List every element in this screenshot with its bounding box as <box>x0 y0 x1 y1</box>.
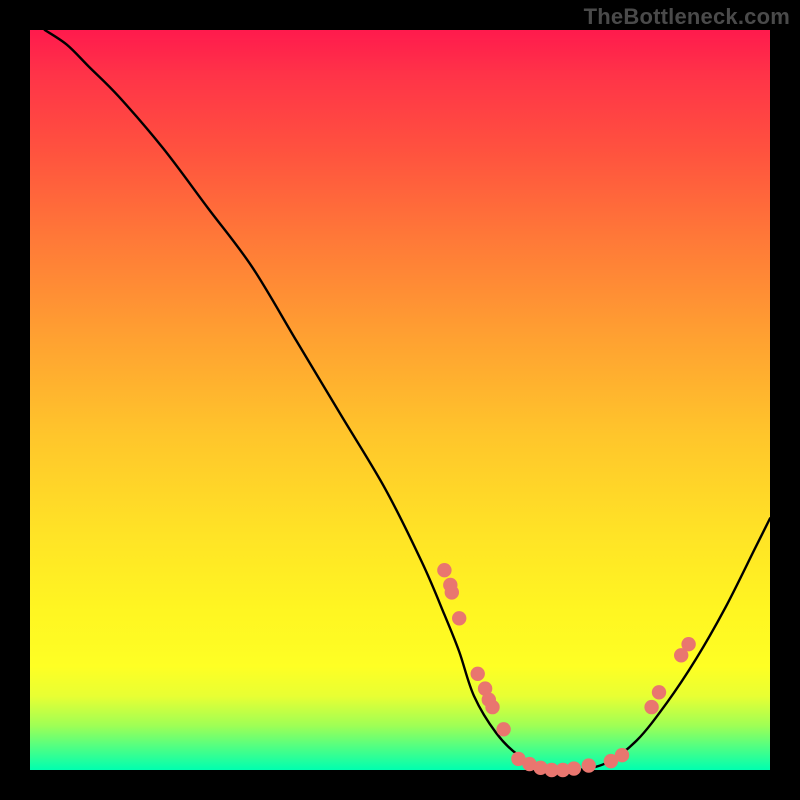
chart-svg <box>30 30 770 770</box>
data-point <box>652 685 666 699</box>
bottleneck-curve-line <box>45 30 770 771</box>
watermark-text: TheBottleneck.com <box>584 4 790 30</box>
data-point <box>471 667 485 681</box>
data-point <box>681 637 695 651</box>
data-point <box>445 585 459 599</box>
data-point <box>644 700 658 714</box>
data-point <box>485 700 499 714</box>
data-point <box>452 611 466 625</box>
data-point <box>582 758 596 772</box>
data-point-markers <box>437 563 696 777</box>
data-point <box>437 563 451 577</box>
data-point <box>567 761 581 775</box>
data-point <box>615 748 629 762</box>
data-point <box>496 722 510 736</box>
